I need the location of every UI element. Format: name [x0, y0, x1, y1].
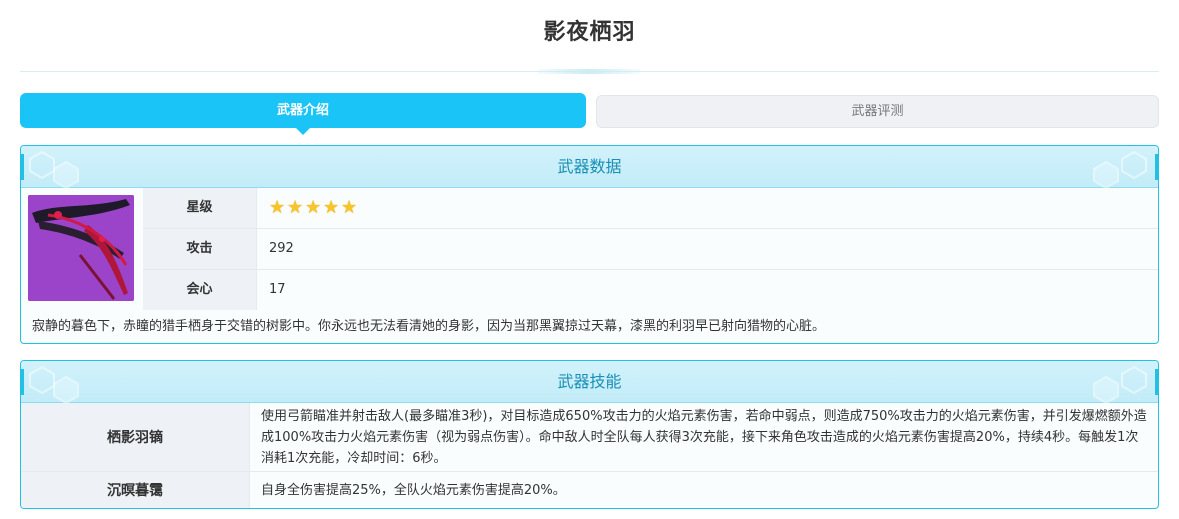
star-icon: ★ [287, 197, 304, 218]
weapon-stats-table: 星级 ★ ★ ★ ★ ★ 攻击 292 会心 17 [143, 188, 1158, 310]
weapon-data-panel: 武器数据 星级 ★ ★ ★ ★ ★ 攻击 292 会心 17 寂静的暮色下，赤瞳… [20, 145, 1159, 344]
star-icon: ★ [269, 197, 286, 218]
stat-row-attack: 攻击 292 [143, 229, 1158, 270]
stat-label: 会心 [143, 270, 257, 310]
header-edge-right [1155, 154, 1158, 180]
hexagon-pattern-icon [53, 375, 79, 405]
title-divider-accent [538, 69, 640, 74]
star-icon: ★ [341, 197, 358, 218]
skill-description: 使用弓箭瞄准并射击敌人(最多瞄准3秒)，对目标造成650%攻击力的火焰元素伤害，… [261, 408, 1147, 466]
tab-weapon-intro[interactable]: 武器介绍 [20, 93, 586, 135]
bow-icon [28, 195, 134, 301]
rarity-stars: ★ ★ ★ ★ ★ [269, 198, 359, 218]
weapon-description: 寂静的暮色下，赤瞳的猎手栖身于交错的树影中。你永远也无法看清她的身影，因为当那黑… [32, 319, 826, 334]
hexagon-pattern-icon [53, 160, 79, 190]
stat-label: 攻击 [143, 229, 257, 269]
stat-value: 292 [269, 241, 294, 256]
skill-description: 自身全伤害提高25%，全队火焰元素伤害提高20%。 [261, 482, 566, 498]
tab-weapon-review[interactable]: 武器评测 [596, 95, 1159, 128]
weapon-skill-panel: 武器技能 栖影羽镝 使用弓箭瞄准并射击敌人(最多瞄准3秒)，对目标造成650%攻… [20, 360, 1159, 509]
stat-label: 星级 [143, 188, 257, 228]
weapon-bow-image [28, 195, 134, 301]
hexagon-pattern-icon [1121, 150, 1147, 180]
stat-row-crit: 会心 17 [143, 270, 1158, 310]
weapon-skill-header: 武器技能 [21, 361, 1158, 405]
weapon-skill-title: 武器技能 [557, 372, 622, 391]
hexagon-pattern-icon [1121, 365, 1147, 395]
star-icon: ★ [305, 197, 322, 218]
skill-row: 栖影羽镝 使用弓箭瞄准并射击敌人(最多瞄准3秒)，对目标造成650%攻击力的火焰… [21, 403, 1158, 472]
header-edge-right [1155, 369, 1158, 395]
skill-name: 栖影羽镝 [21, 403, 250, 471]
hexagon-pattern-icon [1093, 375, 1119, 405]
weapon-data-title: 武器数据 [557, 157, 622, 176]
stat-row-rarity: 星级 ★ ★ ★ ★ ★ [143, 188, 1158, 229]
stat-value: 17 [269, 282, 286, 297]
skill-name: 沉暝暮霭 [21, 472, 250, 508]
hexagon-pattern-icon [1093, 160, 1119, 190]
tab-bar: 武器介绍 武器评测 [20, 93, 1159, 135]
skill-row: 沉暝暮霭 自身全伤害提高25%，全队火焰元素伤害提高20%。 [21, 472, 1158, 508]
header-edge-left [21, 154, 24, 180]
weapon-data-header: 武器数据 [21, 146, 1158, 190]
star-icon: ★ [323, 197, 340, 218]
page-title: 影夜栖羽 [543, 20, 636, 45]
header-edge-left [21, 369, 24, 395]
